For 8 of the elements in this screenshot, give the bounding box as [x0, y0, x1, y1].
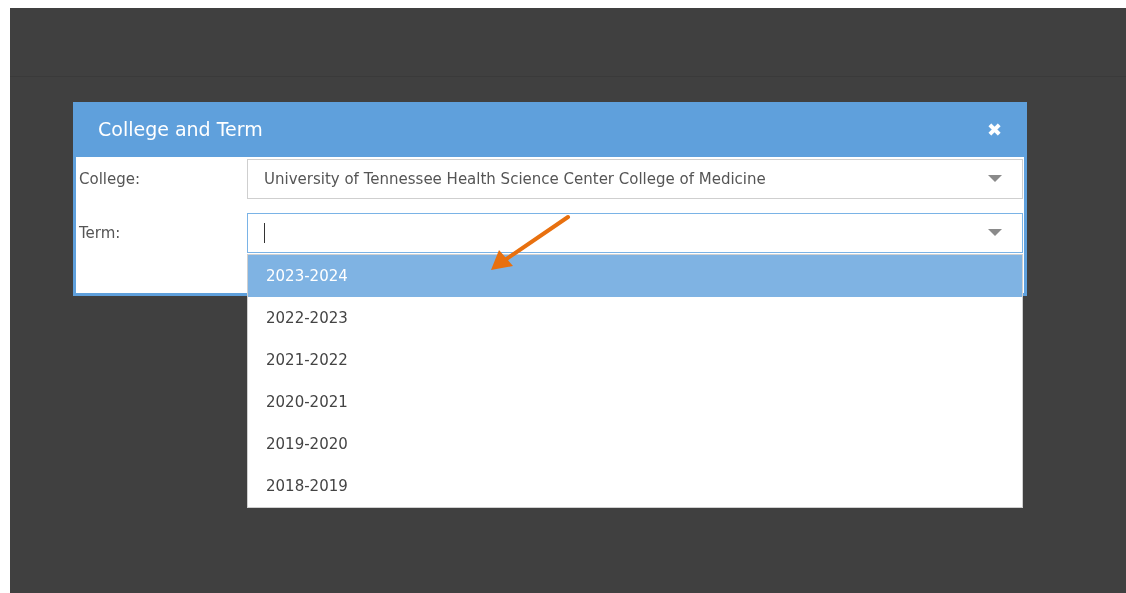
select-field[interactable]: [247, 213, 1023, 253]
field-label: College:: [78, 168, 142, 190]
dropdown-caret-icon: [988, 175, 1002, 183]
select-field[interactable]: University of Tennessee Health Science Center College of Medicine: [247, 159, 1023, 199]
field-label: Term:: [78, 222, 122, 244]
dialog-title: College and Term: [98, 117, 263, 143]
select-value: University of Tennessee Health Science Center College of Medicine: [264, 168, 766, 190]
dropdown-caret-icon: [988, 229, 1002, 237]
